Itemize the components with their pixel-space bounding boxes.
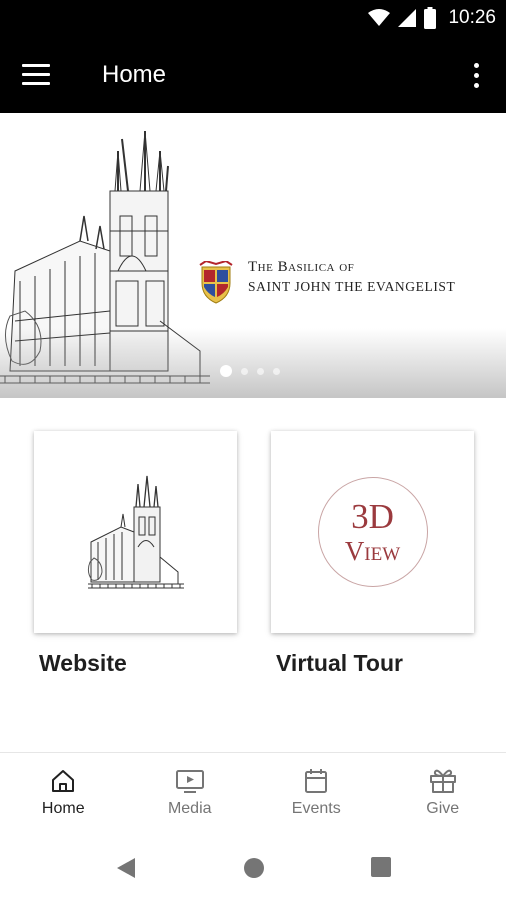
hamburger-line xyxy=(22,63,50,67)
carousel-dot-1[interactable] xyxy=(220,365,232,377)
nav-label-give: Give xyxy=(426,800,460,817)
hamburger-line xyxy=(22,81,50,85)
battery-icon xyxy=(424,7,437,29)
church-sketch-image xyxy=(87,475,184,589)
nav-item-events[interactable]: Events xyxy=(253,753,380,836)
banner-title: The Basilica of SAINT JOHN THE EVANGELIS… xyxy=(248,259,455,295)
more-dot xyxy=(473,62,479,68)
3d-view-logo: 3D View xyxy=(317,477,428,587)
nav-label-home: Home xyxy=(41,800,85,817)
banner-carousel[interactable]: The Basilica of SAINT JOHN THE EVANGELIS… xyxy=(0,113,506,398)
home-icon xyxy=(52,770,75,792)
more-dot xyxy=(473,72,479,78)
diocese-crest-icon xyxy=(199,261,233,304)
more-dot xyxy=(473,82,479,88)
banner-title-line2: SAINT JOHN THE EVANGELIST xyxy=(248,279,456,294)
3d-view-logo-line2: View xyxy=(344,536,401,566)
banner-title-line1: The Basilica of xyxy=(248,259,355,275)
status-time: 10:26 xyxy=(448,7,496,28)
cell-signal-icon xyxy=(398,9,417,27)
recents-icon[interactable] xyxy=(370,856,392,878)
nav-item-give[interactable]: Give xyxy=(380,753,506,836)
carousel-dot-4[interactable] xyxy=(273,367,280,375)
status-bar: 10:26 xyxy=(0,0,506,36)
carousel-dot-3[interactable] xyxy=(257,367,264,375)
menu-button[interactable] xyxy=(22,58,58,90)
virtual-tour-label[interactable]: Virtual Tour xyxy=(276,650,403,677)
virtual-tour-card[interactable]: 3D View xyxy=(271,431,474,633)
nav-item-home[interactable]: Home xyxy=(0,753,127,836)
website-card[interactable] xyxy=(34,431,237,633)
nav-label-media: Media xyxy=(167,800,212,817)
bottom-navigation: Home Media Events Give xyxy=(0,752,506,836)
gift-icon xyxy=(429,769,456,793)
nav-item-media[interactable]: Media xyxy=(127,753,254,836)
carousel-dot-2[interactable] xyxy=(241,367,248,375)
back-icon[interactable] xyxy=(115,856,137,880)
banner-gradient xyxy=(0,328,506,398)
calendar-icon xyxy=(305,769,328,793)
nav-label-events: Events xyxy=(291,800,341,817)
status-icons: 10:26 xyxy=(368,0,496,36)
home-circle-icon[interactable] xyxy=(242,856,266,880)
more-options-button[interactable] xyxy=(466,58,486,92)
hamburger-line xyxy=(22,72,50,76)
system-navigation-bar xyxy=(0,836,506,900)
app-bar: Home xyxy=(0,36,506,113)
page-title: Home xyxy=(102,61,167,88)
tv-play-icon xyxy=(175,770,204,793)
wifi-icon xyxy=(368,9,391,26)
3d-view-logo-line1: 3D xyxy=(351,497,394,536)
carousel-indicators xyxy=(220,365,280,377)
website-label[interactable]: Website xyxy=(39,650,127,677)
